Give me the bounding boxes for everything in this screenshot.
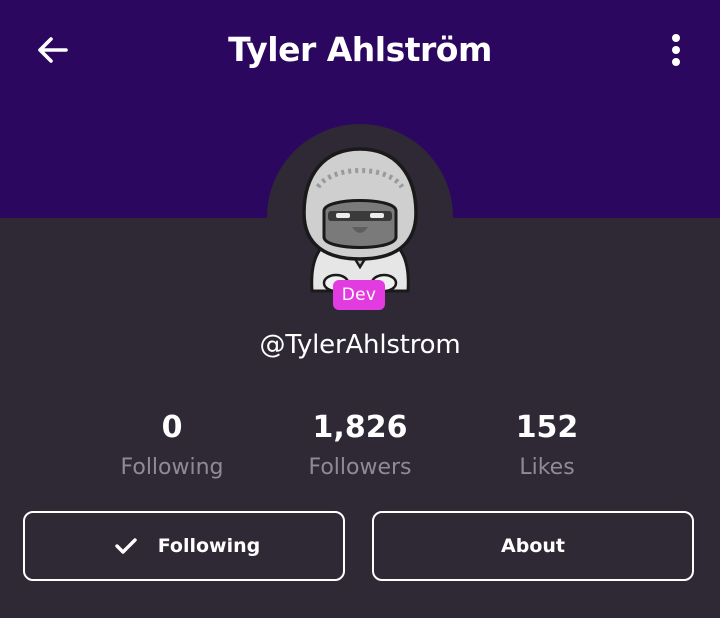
stat-likes[interactable]: 152 Likes [457,408,637,486]
avatar[interactable] [284,141,436,293]
stat-following[interactable]: 0 Following [82,408,262,486]
more-vertical-icon [672,34,680,66]
about-button[interactable]: About [372,511,694,581]
stat-label: Followers [308,455,412,480]
username-label: @TylerAhlstrom [259,330,461,360]
more-options-button[interactable] [656,26,696,74]
dev-badge: Dev [333,280,385,310]
page-title: Tyler Ahlström [228,30,492,69]
checkmark-icon [115,538,137,554]
stat-value: 0 [161,410,183,445]
stat-label: Following [120,455,224,480]
stat-followers[interactable]: 1,826 Followers [270,408,450,486]
about-button-label: About [501,535,565,557]
stat-value: 152 [515,410,579,445]
stat-label: Likes [519,455,575,480]
following-button-label: Following [157,535,261,557]
stat-value: 1,826 [312,410,408,445]
following-button[interactable]: Following [23,511,345,581]
